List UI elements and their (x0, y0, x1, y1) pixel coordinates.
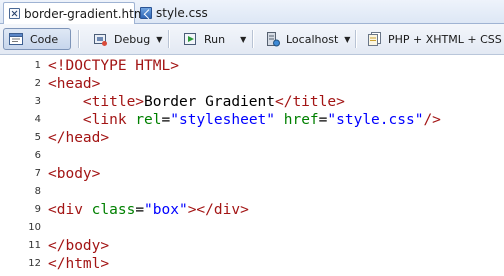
toolbar-separator (168, 30, 170, 48)
code-editor[interactable]: 1 <!DOCTYPE HTML> 2 <head> 3 <title>Border G… (0, 55, 504, 276)
code-text: <body> (48, 165, 100, 183)
code-token: <title> (82, 94, 145, 110)
php-project-button[interactable]: PHP + XHTML + CSS + Ja (362, 28, 504, 50)
run-icon (182, 31, 198, 47)
code-line: 8 (0, 183, 504, 201)
code-line: 11 </body> (0, 237, 504, 255)
code-view-icon (8, 31, 24, 47)
code-token: = (161, 112, 171, 128)
tab-label: style.css (156, 6, 208, 20)
line-number: 11 (28, 240, 41, 251)
toolbar-separator (78, 30, 80, 48)
debug-label: Debug (114, 32, 151, 46)
toolbar: Code Debug ▼ Run ▼ Localhost ▼ PHP + XHT… (0, 24, 504, 55)
debug-icon (92, 31, 108, 47)
line-number: 10 (28, 222, 41, 233)
tab-strip: border-gradient.html style.css (0, 0, 504, 24)
localhost-label: Localhost (286, 32, 339, 46)
toolbar-separator (355, 30, 357, 48)
toolbar-separator (252, 30, 254, 48)
code-token: = (135, 202, 145, 218)
code-token: </title> (274, 94, 345, 110)
code-line: 9 <div class="box"></div> (0, 201, 504, 219)
code-line: 1 <!DOCTYPE HTML> (0, 57, 504, 75)
code-view-button[interactable]: Code (3, 28, 71, 50)
code-token: href (275, 112, 319, 128)
code-text: </html> (48, 255, 109, 273)
line-number: 8 (34, 186, 41, 197)
code-line: 5 </head> (0, 129, 504, 147)
code-token: rel (135, 112, 162, 128)
line-number: 6 (34, 150, 41, 161)
close-icon[interactable] (9, 8, 20, 19)
line-number: 12 (28, 258, 41, 269)
document-stack-icon (366, 31, 382, 47)
css-file-icon (140, 7, 152, 19)
code-token: "stylesheet" (170, 112, 276, 128)
code-line: 3 <title>Border Gradient</title> (0, 93, 504, 111)
code-text: <title>Border Gradient</title> (48, 93, 345, 111)
code-token: <link (82, 112, 136, 128)
line-number: 1 (34, 60, 41, 71)
code-line: 6 (0, 147, 504, 165)
code-text: <link rel="stylesheet" href="style.css"/… (48, 111, 441, 129)
code-line: 2 <head> (0, 75, 504, 93)
code-token: "box" (144, 202, 188, 218)
line-number: 4 (34, 114, 41, 125)
code-token: /> (423, 112, 441, 128)
chevron-down-icon[interactable]: ▼ (240, 35, 246, 44)
code-text: </body> (48, 237, 109, 255)
line-number: 5 (34, 132, 41, 143)
run-label: Run (204, 32, 226, 46)
line-number: 9 (34, 204, 41, 215)
line-number: 2 (34, 78, 41, 89)
code-token: <!DOCTYPE HTML> (48, 58, 179, 74)
code-line: 7 <body> (0, 165, 504, 183)
code-token: </body> (48, 238, 110, 254)
code-token: <div (48, 202, 92, 218)
tab-border-gradient-html[interactable]: border-gradient.html (3, 2, 149, 24)
code-text: <head> (48, 75, 100, 93)
php-project-label: PHP + XHTML + CSS + Ja (388, 32, 504, 46)
code-line: 12 </html> (0, 255, 504, 273)
code-token: </html> (48, 256, 110, 272)
code-token: "style.css" (327, 112, 424, 128)
code-line: 10 (0, 219, 504, 237)
line-number: 3 (34, 96, 41, 107)
run-button[interactable]: Run ▼ (178, 28, 246, 50)
localhost-button[interactable]: Localhost ▼ (260, 28, 350, 50)
code-text: <div class="box"></div> (48, 201, 249, 219)
tab-label: border-gradient.html (24, 6, 149, 21)
code-token: <body> (48, 166, 101, 182)
code-text: <!DOCTYPE HTML> (48, 57, 179, 75)
code-token: ></div> (187, 202, 249, 218)
debug-button[interactable]: Debug ▼ (88, 28, 162, 50)
code-line: 4 <link rel="stylesheet" href="style.css… (0, 111, 504, 129)
chevron-down-icon[interactable]: ▼ (156, 35, 162, 44)
code-token: </head> (48, 130, 110, 146)
tab-style-css[interactable]: style.css (139, 3, 249, 23)
chevron-down-icon[interactable]: ▼ (344, 35, 350, 44)
code-token: Border Gradient (144, 94, 275, 110)
line-number: 7 (34, 168, 41, 179)
code-token: <head> (48, 76, 101, 92)
server-icon (264, 31, 280, 47)
code-token: class (91, 202, 136, 218)
code-view-label: Code (30, 32, 59, 46)
code-text: </head> (48, 129, 109, 147)
